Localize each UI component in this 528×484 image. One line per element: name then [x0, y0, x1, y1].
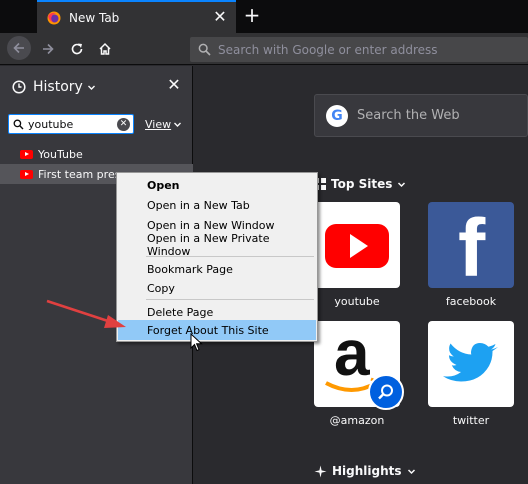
clear-search-icon[interactable]: ✕ — [117, 117, 130, 131]
menu-item-open-new-tab[interactable]: Open in a New Tab — [118, 195, 316, 215]
back-button[interactable] — [7, 36, 31, 60]
annotation-arrow-icon — [46, 299, 126, 328]
search-icon — [13, 119, 24, 129]
web-search-box[interactable]: G Search the Web — [314, 94, 528, 137]
reload-button[interactable] — [65, 38, 89, 60]
close-sidebar-icon[interactable]: ✕ — [167, 77, 181, 93]
facebook-logo-icon: f — [458, 203, 486, 289]
highlights-icon — [314, 465, 327, 477]
history-item-label: YouTube — [38, 147, 83, 161]
home-icon — [99, 42, 111, 55]
menu-separator — [146, 256, 314, 257]
menu-item-open-private-window[interactable]: Open in a New Private Window — [118, 232, 316, 258]
url-placeholder: Search with Google or enter address — [218, 42, 438, 57]
sidebar-header[interactable]: History ✕ — [0, 66, 193, 108]
top-site-label: facebook — [445, 295, 497, 308]
search-shortcut-badge — [368, 374, 404, 410]
menu-item-label: Open in a New Tab — [147, 198, 250, 212]
tab-title: New Tab — [69, 10, 120, 25]
web-search-placeholder: Search the Web — [357, 108, 460, 123]
menu-item-delete-page[interactable]: Delete Page — [118, 302, 316, 322]
chevron-down-icon — [87, 85, 95, 90]
menu-item-label: Delete Page — [147, 305, 214, 319]
back-arrow-icon — [13, 42, 24, 54]
tab-bar: New Tab ✕ + — [0, 0, 528, 33]
menu-item-label: Copy — [147, 281, 175, 295]
highlights-label: Highlights — [332, 464, 402, 478]
view-menu-button[interactable]: View — [145, 118, 182, 131]
menu-item-open[interactable]: Open — [118, 175, 316, 195]
close-tab-icon[interactable]: ✕ — [212, 9, 228, 25]
search-icon — [198, 43, 211, 56]
top-site-tile-twitter[interactable] — [428, 321, 514, 407]
menu-item-label: Open in a New Window — [147, 218, 275, 232]
tab-new-tab[interactable]: New Tab ✕ — [37, 0, 236, 33]
view-label: View — [145, 118, 172, 131]
youtube-favicon-icon — [20, 149, 33, 159]
menu-item-label: Forget About This Site — [147, 323, 269, 337]
new-tab-button[interactable]: + — [243, 5, 261, 25]
sidebar-title: History — [33, 79, 83, 95]
top-sites-label: Top Sites — [331, 177, 393, 191]
forward-button[interactable] — [36, 38, 60, 60]
menu-item-label: Bookmark Page — [147, 262, 233, 276]
menu-item-forget-site[interactable]: Forget About This Site — [118, 320, 316, 340]
menu-item-label: Open in a New Private Window — [147, 232, 270, 258]
history-item[interactable]: YouTube — [0, 144, 193, 164]
top-sites-header[interactable]: Top Sites — [314, 177, 406, 191]
top-site-label: youtube — [334, 295, 380, 308]
history-context-menu: Open Open in a New Tab Open in a New Win… — [116, 172, 318, 342]
top-site-tile-youtube[interactable] — [314, 202, 400, 288]
firefox-icon — [47, 11, 61, 24]
youtube-favicon-icon — [20, 169, 33, 179]
clock-icon — [12, 80, 26, 94]
search-icon — [378, 384, 393, 400]
top-site-label: @amazon — [329, 414, 385, 427]
top-site-tile-facebook[interactable]: f — [428, 202, 514, 288]
chevron-down-icon — [174, 122, 182, 127]
chevron-down-icon — [398, 181, 406, 187]
home-button[interactable] — [93, 38, 117, 60]
twitter-logo-icon — [443, 343, 498, 382]
menu-item-label: Open — [147, 178, 180, 192]
history-search-input[interactable]: youtube ✕ — [8, 114, 134, 134]
navigation-bar: Search with Google or enter address — [0, 33, 528, 65]
google-logo-icon: G — [326, 104, 348, 127]
youtube-logo-icon — [325, 224, 389, 268]
top-site-label: twitter — [452, 414, 490, 427]
reload-icon — [71, 43, 83, 55]
chevron-down-icon — [407, 468, 415, 474]
menu-item-bookmark-page[interactable]: Bookmark Page — [118, 259, 316, 279]
menu-item-copy[interactable]: Copy — [118, 278, 316, 298]
history-search-value: youtube — [28, 117, 74, 131]
menu-separator — [146, 299, 314, 300]
highlights-header[interactable]: Highlights — [314, 464, 416, 478]
forward-arrow-icon — [43, 43, 54, 55]
mouse-cursor-icon — [190, 333, 203, 352]
url-bar[interactable]: Search with Google or enter address — [190, 37, 528, 62]
